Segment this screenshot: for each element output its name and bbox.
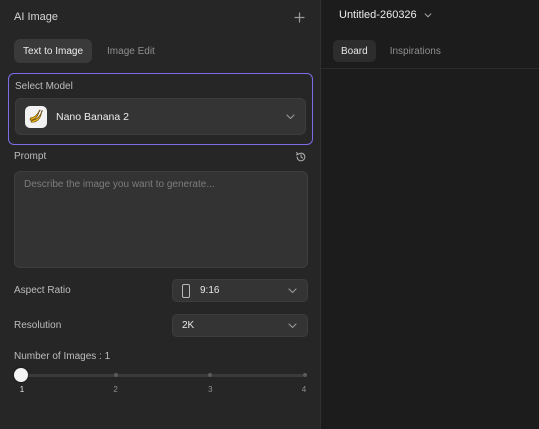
chevron-down-icon [286, 285, 298, 297]
board-tabs: Board Inspirations [333, 40, 449, 62]
history-icon[interactable] [294, 150, 307, 163]
slider-labels: 1 2 3 4 [14, 385, 308, 395]
banana-icon [25, 105, 47, 128]
slider-tick-label: 2 [113, 385, 118, 394]
model-dropdown[interactable]: Nano Banana 2 [15, 98, 306, 135]
prompt-label: Prompt [14, 151, 47, 162]
chevron-down-icon [422, 9, 434, 21]
aspect-ratio-label: Aspect Ratio [14, 285, 71, 296]
resolution-row: Resolution 2K [14, 314, 308, 337]
number-of-images-slider[interactable] [14, 368, 308, 384]
resolution-dropdown[interactable]: 2K [172, 314, 308, 337]
select-model-label: Select Model [15, 81, 73, 92]
plus-icon[interactable] [292, 10, 306, 24]
model-section: Select Model Nano Banana 2 [8, 73, 313, 145]
slider-track [20, 374, 304, 377]
resolution-label: Resolution [14, 320, 62, 331]
document-title-dropdown[interactable]: Untitled-260326 [339, 9, 434, 21]
panel-title: AI Image [14, 11, 59, 23]
slider-tick-label: 1 [19, 385, 25, 394]
app-window: AI Image Text to Image Image Edit Select… [0, 0, 539, 429]
slider-tick-label: 4 [301, 385, 307, 394]
number-of-images-label: Number of Images : 1 [14, 351, 111, 362]
tab-board[interactable]: Board [333, 40, 376, 62]
chevron-down-icon [284, 111, 296, 123]
chevron-down-icon [286, 320, 298, 332]
mode-tabs: Text to Image Image Edit [0, 34, 320, 63]
prompt-header: Prompt [14, 150, 307, 163]
aspect-ratio-row: Aspect Ratio 9:16 [14, 279, 308, 302]
ai-image-panel: AI Image Text to Image Image Edit Select… [0, 0, 321, 429]
slider-tick [303, 373, 307, 377]
resolution-value: 2K [182, 320, 195, 331]
slider-thumb[interactable] [14, 368, 28, 382]
board-panel: Untitled-260326 Board Inspirations [321, 0, 539, 429]
slider-tick-label: 3 [208, 385, 213, 394]
tab-image-edit[interactable]: Image Edit [98, 39, 164, 63]
aspect-ratio-value: 9:16 [200, 285, 220, 296]
document-title: Untitled-260326 [339, 9, 417, 21]
prompt-input[interactable] [14, 171, 308, 268]
board-canvas[interactable] [321, 69, 539, 429]
tab-inspirations[interactable]: Inspirations [382, 40, 449, 62]
tab-text-to-image[interactable]: Text to Image [14, 39, 93, 63]
portrait-ratio-icon [182, 283, 190, 298]
aspect-ratio-dropdown[interactable]: 9:16 [172, 279, 308, 302]
panel-header: AI Image [0, 0, 320, 34]
slider-tick [113, 373, 118, 377]
model-name: Nano Banana 2 [56, 110, 129, 123]
